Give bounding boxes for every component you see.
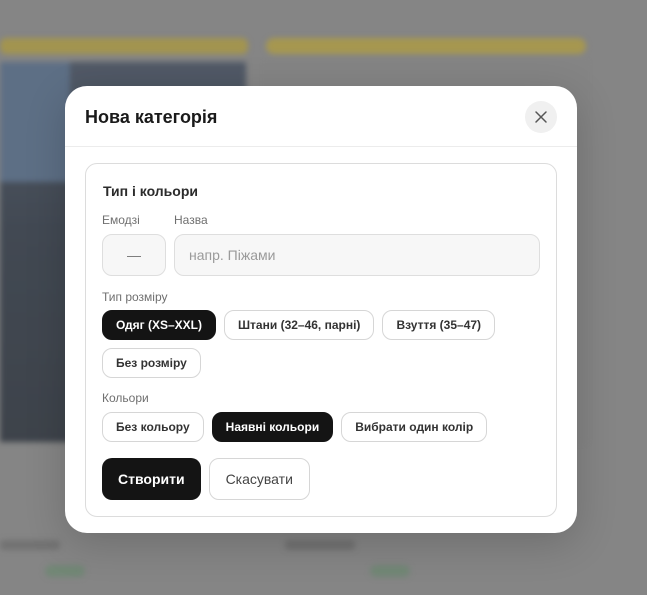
type-and-colors-section: Тип і кольори Емодзі Назва Тип розміру О… [85, 163, 557, 517]
section-title: Тип і кольори [103, 183, 198, 199]
modal-header: Нова категорія [65, 86, 577, 147]
size-type-label: Тип розміру [102, 290, 168, 304]
close-icon [535, 111, 547, 123]
close-button[interactable] [525, 101, 557, 133]
name-label: Назва [174, 213, 208, 227]
color-chip-pick-one[interactable]: Вибрати один колір [341, 412, 488, 442]
modal-title: Нова категорія [85, 107, 218, 127]
color-chip-no-color[interactable]: Без кольору [102, 412, 204, 442]
size-type-chip-pants[interactable]: Штани (32–46, парні) [224, 310, 375, 340]
name-input[interactable] [174, 234, 540, 276]
colors-label: Кольори [102, 391, 149, 405]
size-type-chip-shoes[interactable]: Взуття (35–47) [382, 310, 496, 340]
emoji-label: Емодзі [102, 213, 140, 227]
size-type-chip-no-size[interactable]: Без розміру [102, 348, 201, 378]
size-type-chip-clothing[interactable]: Одяг (XS–XXL) [102, 310, 216, 340]
colors-chips: Без кольору Наявні кольори Вибрати один … [102, 412, 542, 442]
emoji-input[interactable] [102, 234, 166, 276]
form-actions: Створити Скасувати [102, 458, 310, 500]
cancel-button[interactable]: Скасувати [208, 458, 310, 500]
color-chip-available-colors[interactable]: Наявні кольори [211, 412, 334, 442]
new-category-modal: Нова категорія Тип і кольори Емодзі Назв… [65, 86, 577, 533]
size-type-chips: Одяг (XS–XXL) Штани (32–46, парні) Взутт… [102, 310, 542, 378]
create-button[interactable]: Створити [102, 458, 201, 500]
